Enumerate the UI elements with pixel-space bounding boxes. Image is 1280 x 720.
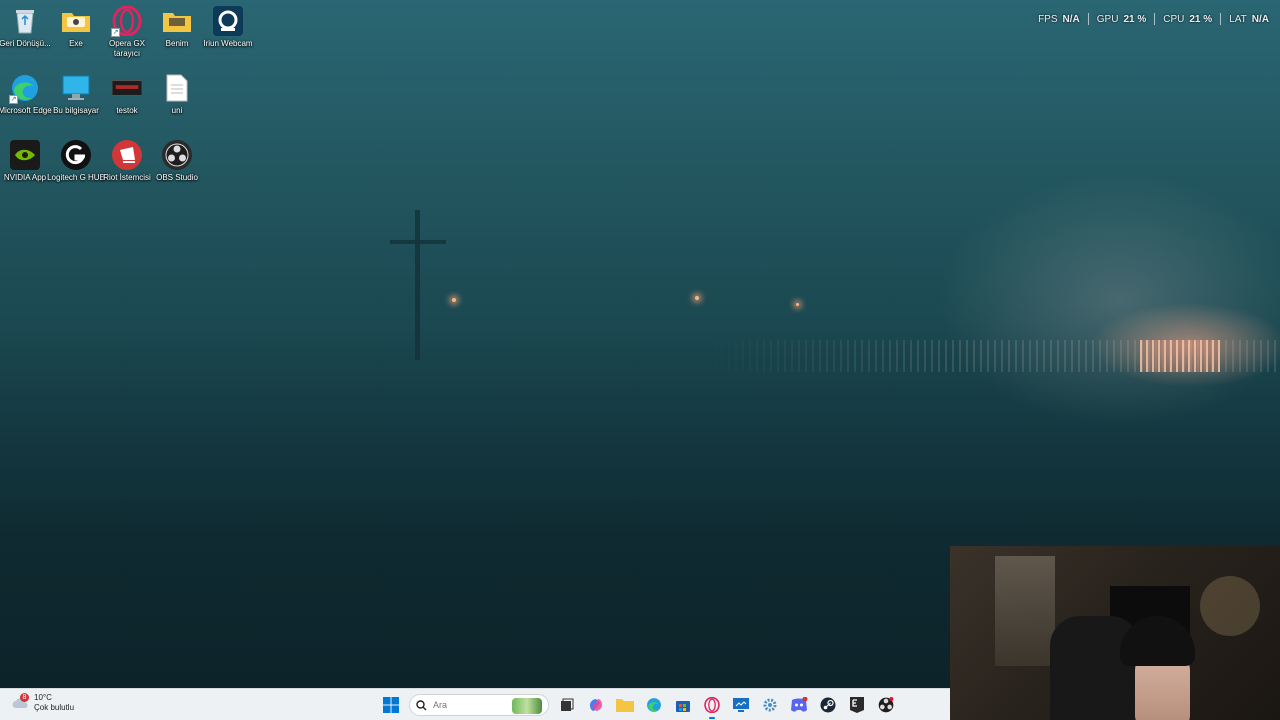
gpu-label: GPU: [1096, 13, 1119, 25]
cpu-value: 21 %: [1189, 13, 1213, 25]
settings-button[interactable]: [759, 694, 781, 716]
desktop-icon-label: uni: [171, 106, 183, 115]
folder-icon: [616, 699, 634, 712]
wallpaper-fence-glow: [1140, 340, 1220, 372]
search-highlight-image: [512, 698, 542, 714]
store-button[interactable]: [672, 694, 694, 716]
desktop-icon-label: Iriun Webcam: [203, 39, 253, 48]
fps-value: N/A: [1062, 13, 1080, 25]
webcam-lamp-glow: [1200, 576, 1260, 636]
file-explorer-button[interactable]: [614, 694, 636, 716]
desktop-icon-label: Exe: [69, 39, 83, 48]
desktop-icon-label: OBS Studio: [156, 173, 198, 182]
latency-label: LAT: [1229, 13, 1247, 25]
cloud-icon: 8: [12, 693, 30, 711]
riot-icon: [112, 140, 142, 170]
opera-gx-taskbar-button[interactable]: [701, 694, 723, 719]
latency-value: N/A: [1251, 13, 1269, 25]
edge-taskbar-button[interactable]: [643, 694, 665, 716]
obs-icon: [162, 140, 192, 170]
desktop-icon-uni[interactable]: uni: [152, 73, 202, 116]
search-icon: [416, 699, 427, 710]
desktop-icon-label: Geri Dönüşü...: [0, 39, 51, 48]
task-view-button[interactable]: [556, 694, 578, 716]
wallpaper-lamp: [452, 298, 456, 302]
wallpaper-lamp: [695, 296, 699, 300]
taskbar-app-list: [380, 694, 897, 719]
epic-games-icon: [850, 697, 864, 713]
desktop-icon-logitech-g-hub[interactable]: Logitech G HUB: [47, 140, 105, 183]
wallpaper-cross-bar: [390, 240, 446, 244]
shortcut-arrow-icon: ↗: [9, 95, 18, 104]
weather-alert-badge: 8: [20, 693, 29, 702]
obs-taskbar-button[interactable]: [875, 694, 897, 716]
desktop-icon-microsoft-edge[interactable]: ↗ Microsoft Edge: [0, 73, 52, 116]
desktop-icon-testok[interactable]: testok: [102, 73, 152, 116]
opera-gx-icon: ↗: [111, 6, 142, 37]
gear-icon: [763, 698, 777, 712]
discord-icon: [791, 697, 808, 712]
desktop-icon-label: Benim: [165, 39, 189, 48]
webcam-icon: [213, 6, 243, 36]
folder-icon: [162, 6, 192, 36]
image-file-icon: [112, 73, 142, 103]
cpu-readout: CPU 21 %: [1155, 14, 1220, 25]
opera-gx-icon: [704, 697, 720, 713]
desktop-icon-this-pc[interactable]: Bu bilgisayar: [51, 73, 101, 116]
desktop-icon-label: Bu bilgisayar: [53, 106, 99, 115]
desktop-icon-label: NVIDIA App: [3, 173, 47, 182]
edge-icon: [647, 698, 661, 712]
discord-button[interactable]: [788, 694, 810, 716]
logitech-icon: [61, 140, 91, 170]
desktop-icon-nvidia-app[interactable]: NVIDIA App: [0, 140, 50, 183]
shortcut-arrow-icon: ↗: [111, 28, 120, 37]
gpu-readout: GPU 21 %: [1089, 14, 1154, 25]
fps-label: FPS: [1038, 13, 1058, 25]
weather-condition: Çok bulutlu: [34, 703, 75, 712]
desktop-icon-iriun-webcam[interactable]: Iriun Webcam: [203, 6, 253, 49]
performance-overlay: FPS N/A GPU 21 % CPU 21 % LAT N/A: [1030, 13, 1269, 25]
edge-icon: ↗: [9, 73, 40, 104]
computer-icon: [61, 73, 91, 103]
store-icon: [676, 701, 690, 712]
webcam-background-window: [995, 556, 1055, 666]
epic-games-button[interactable]: [846, 694, 868, 716]
nvidia-icon: [10, 140, 40, 170]
desktop-icon-exe-folder[interactable]: Exe: [51, 6, 101, 49]
fps-readout: FPS N/A: [1030, 14, 1088, 25]
remote-desktop-icon: [733, 698, 749, 712]
wallpaper-cross: [415, 210, 420, 360]
weather-widget[interactable]: 8 10°C Çok bulutlu: [12, 693, 74, 713]
webcam-overlay: [950, 546, 1280, 720]
desktop-icon-recycle-bin[interactable]: Geri Dönüşü...: [0, 6, 51, 49]
search-input[interactable]: [433, 700, 513, 710]
weather-temperature: 10°C: [34, 693, 52, 702]
desktop-icon-label: Logitech G HUB: [47, 173, 105, 182]
start-button[interactable]: [380, 694, 402, 716]
text-file-icon: [162, 73, 192, 103]
latency-readout: LAT N/A: [1221, 14, 1269, 25]
folder-icon: [61, 6, 91, 36]
desktop-icon-label: Microsoft Edge: [0, 106, 52, 115]
desktop-icon-benim-folder[interactable]: Benim: [152, 6, 202, 49]
steam-button[interactable]: [817, 694, 839, 716]
windows-icon: [383, 697, 399, 713]
task-view-icon: [561, 698, 574, 711]
desktop-icon-opera-gx[interactable]: ↗ Opera GX tarayıcı: [102, 6, 152, 59]
taskbar-search-box[interactable]: [409, 694, 549, 716]
desktop-icon-obs-studio[interactable]: OBS Studio: [152, 140, 202, 183]
remote-desktop-button[interactable]: [730, 694, 752, 716]
recycle-bin-icon: [10, 6, 40, 36]
copilot-icon: [590, 699, 602, 711]
cpu-label: CPU: [1163, 13, 1185, 25]
gpu-value: 21 %: [1123, 13, 1147, 25]
copilot-button[interactable]: [585, 694, 607, 716]
taskbar: 8 10°C Çok bulutlu: [0, 688, 950, 720]
desktop-icon-riot-client[interactable]: Riot İstemcisi: [102, 140, 152, 183]
wallpaper-lamp: [796, 303, 799, 306]
steam-icon: [820, 697, 836, 713]
obs-icon: [878, 697, 894, 713]
